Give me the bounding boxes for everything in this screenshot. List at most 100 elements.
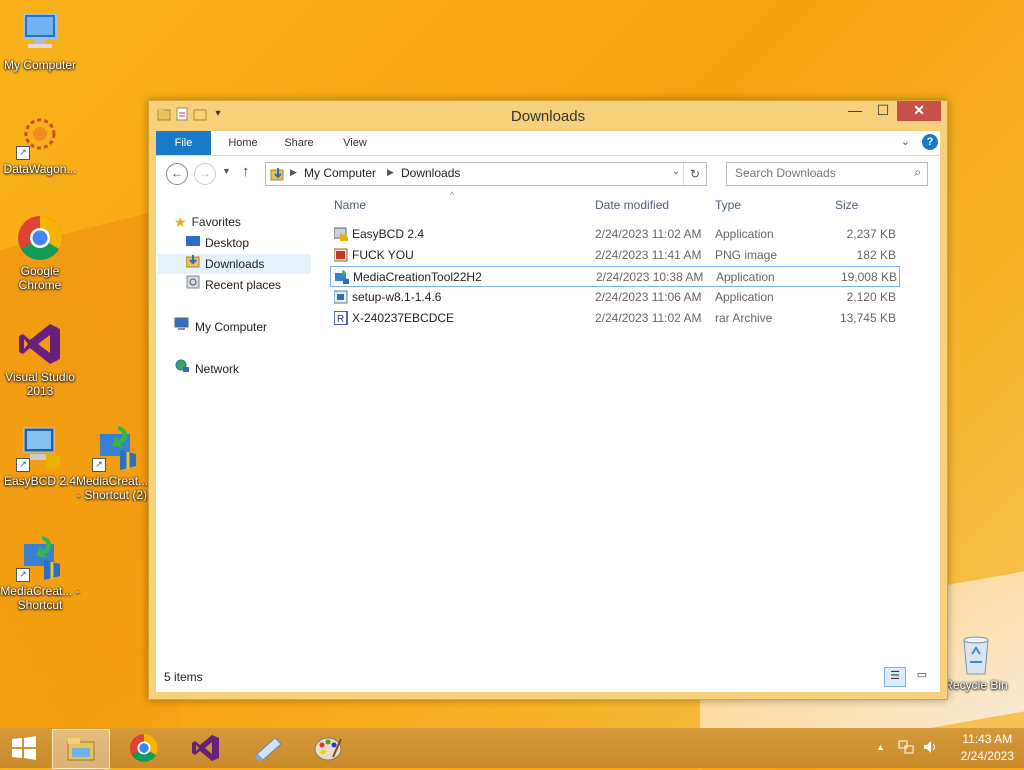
desktop-icon-label: My Computer (3, 58, 77, 72)
clock-time: 11:43 AM (962, 732, 1013, 746)
nav-label: Downloads (205, 257, 265, 271)
desktop-icon-mediacreation-shortcut[interactable]: ↗ MediaCreat... - Shortcut (0, 534, 80, 612)
shortcut-arrow-icon: ↗ (16, 568, 30, 582)
desktop-icon-visual-studio[interactable]: Visual Studio 2013 (0, 320, 80, 398)
column-type[interactable]: Type (715, 198, 741, 212)
maximize-button[interactable]: ☐ (869, 101, 897, 121)
minimize-button[interactable]: — (841, 101, 869, 121)
desktop-icon-datawagon[interactable]: ↗ DataWagon... (0, 112, 80, 176)
downloads-folder-icon (270, 166, 286, 185)
search-icon[interactable]: ⌕ (914, 165, 921, 180)
file-name: EasyBCD 2.4 (352, 227, 425, 241)
table-row[interactable]: setup-w8.1-1.4.6 2/24/2023 11:06 AM Appl… (330, 287, 898, 307)
nav-label: My Computer (195, 320, 268, 334)
nav-network[interactable]: Network (174, 359, 239, 379)
details-view-icon[interactable]: ☰ (884, 667, 906, 687)
start-button[interactable] (0, 729, 48, 767)
up-arrow-icon[interactable]: ↑ (242, 163, 250, 180)
status-bar: 5 items ☰ ▭ (156, 662, 940, 692)
table-row[interactable]: FUCK YOU 2/24/2023 11:41 AM PNG image 18… (330, 245, 898, 265)
desktop-icon-chrome[interactable]: Google Chrome (0, 214, 80, 292)
paint-palette-icon (314, 737, 342, 761)
mediacreation-icon: ↗ (92, 424, 140, 472)
computer-icon (174, 317, 190, 337)
title-bar[interactable]: ▾ Downloads — ☐ ✕ (149, 101, 947, 131)
chrome-icon (16, 214, 64, 262)
refresh-icon[interactable]: ↻ (683, 163, 706, 185)
tab-home[interactable]: Home (218, 131, 268, 155)
desktop-icon-easybcd[interactable]: ↗ EasyBCD 2.4 (0, 424, 80, 488)
nav-my-computer[interactable]: My Computer (174, 317, 267, 337)
table-row[interactable]: R X-240237EBCDCE 2/24/2023 11:02 AM rar … (330, 308, 898, 328)
taskbar-paint[interactable] (300, 729, 356, 767)
taskbar-pinned-app[interactable] (240, 729, 296, 767)
recent-locations-icon[interactable]: ▼ (222, 166, 231, 176)
address-field[interactable]: ▶ My Computer ▶ Downloads ⌄ ↻ (265, 162, 707, 186)
back-button[interactable]: ← (166, 163, 188, 185)
visual-studio-icon (192, 735, 219, 761)
table-row[interactable]: EasyBCD 2.4 2/24/2023 11:02 AM Applicati… (330, 224, 898, 244)
clock-date: 2/24/2023 (960, 749, 1014, 763)
desktop-icon-mediacreation-shortcut-2[interactable]: ↗ MediaCreat... - Shortcut (2) (76, 424, 156, 502)
nav-favorites[interactable]: ★ Favorites (174, 212, 241, 232)
nav-desktop[interactable]: Desktop (186, 233, 249, 253)
volume-icon[interactable] (922, 739, 938, 760)
forward-button[interactable]: → (194, 163, 216, 185)
file-date: 2/24/2023 11:02 AM (595, 311, 702, 325)
file-explorer-icon (67, 738, 95, 761)
tab-file[interactable]: File (156, 131, 211, 155)
address-bar-row: ← → ▼ ↑ ▶ My Computer ▶ Downloads ⌄ ↻ Se… (156, 156, 940, 190)
search-placeholder: Search Downloads (735, 166, 836, 180)
taskbar-visual-studio[interactable] (178, 729, 234, 767)
window-title: Downloads (510, 108, 586, 125)
network-icon (174, 359, 190, 379)
sort-ascending-icon: ^ (450, 190, 455, 200)
help-icon[interactable]: ? (922, 134, 938, 150)
file-type: PNG image (715, 248, 778, 262)
close-button[interactable]: ✕ (897, 101, 941, 121)
address-dropdown-icon[interactable]: ⌄ (672, 166, 680, 177)
file-date: 2/24/2023 11:41 AM (595, 248, 702, 262)
nav-recent-places[interactable]: Recent places (186, 275, 281, 295)
search-input[interactable]: Search Downloads ⌕ (726, 162, 928, 186)
file-size: 13,745 KB (839, 311, 896, 325)
navigation-pane: ★ Favorites Desktop Downloads Recent pla… (156, 190, 316, 662)
file-name: X-240237EBCDCE (352, 311, 455, 325)
taskbar-file-explorer[interactable] (52, 729, 110, 769)
tab-view[interactable]: View (330, 131, 380, 155)
desktop-icon-recycle-bin[interactable]: Recycle Bin (936, 632, 1016, 692)
file-name: MediaCreationTool22H2 (353, 270, 482, 284)
show-hidden-icons[interactable]: ▲ (876, 742, 885, 752)
desktop-icon-label: EasyBCD 2.4 (3, 474, 77, 488)
ribbon-tabs: File Home Share View ⌄ ? (156, 131, 940, 156)
shortcut-arrow-icon: ↗ (16, 146, 30, 160)
breadcrumb-separator-icon[interactable]: ▶ (387, 167, 394, 178)
breadcrumb-separator-icon[interactable]: ▶ (290, 167, 297, 178)
mediacreation-icon: ↗ (16, 534, 64, 582)
large-icons-view-icon[interactable]: ▭ (912, 667, 932, 685)
desktop-icon-my-computer[interactable]: My Computer (0, 8, 80, 72)
table-row[interactable]: MediaCreationTool22H2 2/24/2023 10:38 AM… (330, 266, 900, 287)
explorer-content: ★ Favorites Desktop Downloads Recent pla… (156, 190, 940, 692)
nav-downloads[interactable]: Downloads (158, 254, 311, 274)
recent-places-icon (186, 275, 200, 295)
visual-studio-icon (16, 320, 64, 368)
column-name[interactable]: Name (334, 198, 366, 212)
column-size[interactable]: Size (835, 198, 858, 212)
explorer-window: ▾ Downloads — ☐ ✕ File Home Share View ⌄… (148, 100, 948, 700)
file-size: 2,120 KB (846, 290, 896, 304)
system-clock[interactable]: 11:43 AM 2/24/2023 (961, 732, 1014, 763)
desktop-icon-label: Visual Studio 2013 (5, 370, 75, 398)
image-file-icon (333, 248, 348, 262)
breadcrumb-my-computer[interactable]: My Computer (304, 166, 376, 180)
breadcrumb-downloads[interactable]: Downloads (401, 166, 460, 180)
nav-label: Favorites (191, 215, 241, 229)
ribbon-expand-icon[interactable]: ⌄ (901, 135, 910, 148)
taskbar-chrome[interactable] (116, 729, 172, 767)
column-date-modified[interactable]: Date modified (595, 198, 669, 212)
desktop-icon-label: DataWagon... (3, 162, 77, 176)
tab-share[interactable]: Share (274, 131, 324, 155)
network-status-icon[interactable] (898, 739, 914, 760)
file-type: Application (715, 227, 774, 241)
easybcd-icon: ↗ (16, 424, 64, 472)
